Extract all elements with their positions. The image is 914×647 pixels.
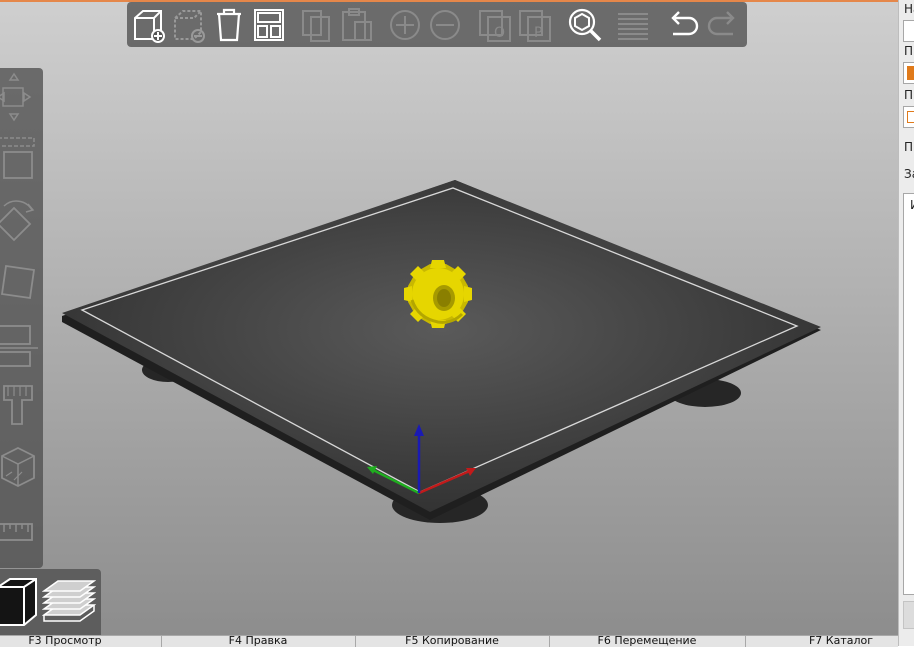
paste-icon <box>342 8 372 41</box>
cut-tool-button[interactable] <box>0 316 40 368</box>
redo-button[interactable] <box>705 6 741 44</box>
remove-object-button[interactable] <box>171 6 207 44</box>
preview-layers-button[interactable] <box>41 575 97 629</box>
remove-object-icon <box>174 10 205 43</box>
delete-all-button[interactable] <box>211 6 247 44</box>
scale-icon <box>0 137 35 179</box>
printer-label: На <box>904 2 914 16</box>
preview-layers-icon <box>41 580 97 622</box>
split-parts-button[interactable]: P <box>517 6 553 44</box>
print-settings-label: Пр <box>904 44 914 58</box>
3d-view-icon <box>0 578 37 626</box>
object-list[interactable]: И <box>903 193 914 595</box>
slice-button[interactable] <box>903 601 914 629</box>
copy-button[interactable] <box>299 6 335 44</box>
f5-copy-key[interactable]: F5 Копирование <box>388 636 516 647</box>
view-toolbar <box>0 569 101 635</box>
status-bar: F3 Просмотр F4 Правка F5 Копирование F6 … <box>0 635 898 647</box>
copy-icon <box>302 10 330 42</box>
f3-view-key[interactable]: F3 Просмотр <box>0 636 130 647</box>
filament-icon <box>907 111 914 123</box>
split-objects-button[interactable]: O <box>477 6 513 44</box>
add-object-button[interactable] <box>131 6 167 44</box>
add-object-icon <box>134 10 165 43</box>
printer-combo[interactable] <box>903 20 914 42</box>
svg-text:O: O <box>494 25 505 41</box>
delete-all-icon <box>217 8 241 42</box>
gizmo-toolbar <box>0 68 43 568</box>
object-list-header: И <box>910 198 914 212</box>
seam-painting-tool-button[interactable] <box>0 442 40 494</box>
status-separator <box>161 636 162 647</box>
status-separator <box>745 636 746 647</box>
move-tool-button[interactable] <box>0 70 40 122</box>
f6-move-key[interactable]: F6 Перемещение <box>582 636 712 647</box>
3d-scene[interactable] <box>0 0 898 635</box>
infill-label: За <box>904 167 914 181</box>
undo-icon <box>671 11 699 36</box>
paste-button[interactable] <box>339 6 375 44</box>
split-parts-icon: P <box>519 10 551 42</box>
arrange-button[interactable] <box>251 6 287 44</box>
paint-supports-icon <box>3 385 33 425</box>
profile-color-swatch <box>907 66 914 80</box>
place-on-face-tool-button[interactable] <box>0 256 40 308</box>
layers-editing-icon <box>618 13 648 40</box>
3d-view-button[interactable] <box>0 575 40 629</box>
search-icon <box>568 8 602 42</box>
place-on-face-icon <box>0 264 36 300</box>
measure-icon <box>0 523 33 541</box>
search-button[interactable] <box>567 6 603 44</box>
svg-text:P: P <box>534 25 542 41</box>
f4-edit-key[interactable]: F4 Правка <box>194 636 322 647</box>
main-toolbar: O P <box>127 2 747 47</box>
add-instance-button[interactable] <box>387 6 423 44</box>
remove-instance-button[interactable] <box>427 6 463 44</box>
filament-combo[interactable] <box>903 106 914 128</box>
seam-painting-icon <box>1 446 35 488</box>
paint-supports-tool-button[interactable] <box>0 378 40 430</box>
move-icon <box>0 72 32 122</box>
print-settings-combo[interactable] <box>903 62 914 84</box>
filament-label: Пр <box>904 88 914 102</box>
undo-button[interactable] <box>665 6 701 44</box>
3d-viewport[interactable]: O P <box>0 0 898 635</box>
supports-label: П <box>904 140 914 154</box>
status-separator <box>549 636 550 647</box>
redo-icon <box>707 11 735 36</box>
rotate-tool-button[interactable] <box>0 196 40 248</box>
remove-instance-icon <box>430 10 460 40</box>
yellow-gear-object[interactable] <box>404 260 472 328</box>
add-instance-icon <box>390 10 420 40</box>
layers-editing-button[interactable] <box>615 6 651 44</box>
split-objects-icon: O <box>479 10 511 42</box>
cut-icon <box>0 325 38 367</box>
print-bed[interactable] <box>62 180 821 512</box>
f7-catalog-key[interactable]: F7 Каталог <box>778 636 898 647</box>
scale-tool-button[interactable] <box>0 130 40 182</box>
rotate-icon <box>0 200 35 242</box>
arrange-icon <box>254 9 284 41</box>
status-separator <box>355 636 356 647</box>
measure-tool-button[interactable] <box>0 508 40 560</box>
settings-panel: На Пр Пр П За И <box>898 0 914 646</box>
